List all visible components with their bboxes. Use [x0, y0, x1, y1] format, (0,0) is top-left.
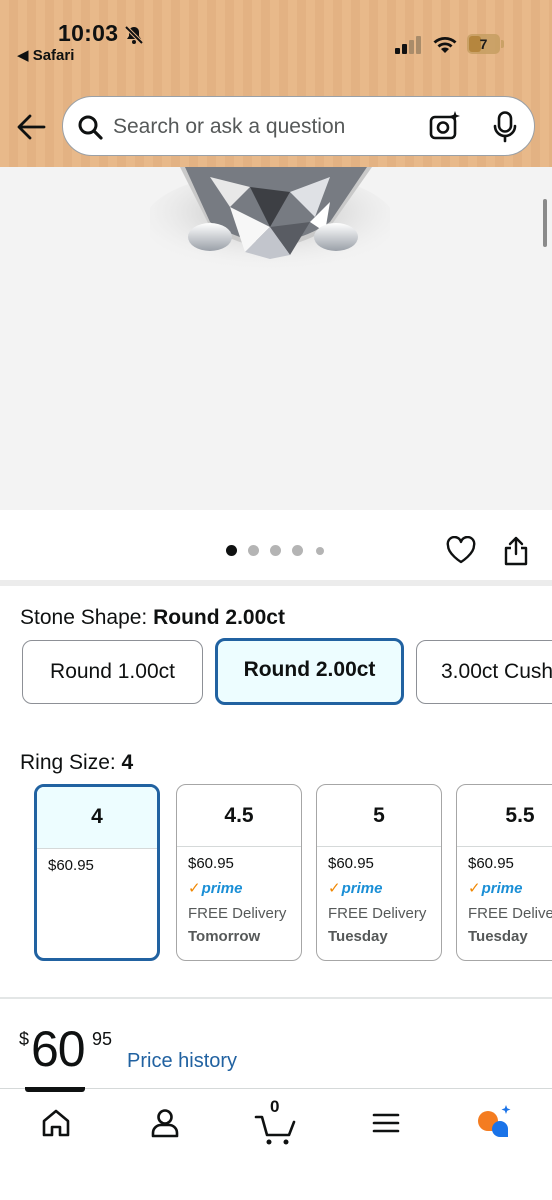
- search-input[interactable]: [113, 107, 413, 147]
- ring-size-card-5[interactable]: 5 $60.95 ✓prime FREE Delivery Tuesday: [316, 784, 442, 961]
- carousel-dot[interactable]: [226, 545, 237, 556]
- home-icon[interactable]: [36, 1103, 76, 1143]
- ring-size-value: 4.5: [177, 785, 301, 847]
- share-icon[interactable]: [504, 536, 528, 566]
- ring-size-title: Ring Size:: [20, 751, 122, 774]
- section-divider: [0, 997, 552, 999]
- delivery-day: Tuesday: [468, 928, 528, 945]
- stone-option-round-2ct[interactable]: Round 2.00ct: [215, 638, 404, 705]
- ring-size-card-4[interactable]: 4 $60.95: [34, 784, 160, 961]
- menu-icon[interactable]: [366, 1103, 406, 1143]
- cart-button[interactable]: 0: [254, 1097, 298, 1145]
- camera-search-icon[interactable]: [429, 111, 461, 141]
- prime-check-icon: ✓: [468, 880, 481, 897]
- price-currency-symbol: $: [19, 1029, 30, 1049]
- carousel-dot[interactable]: [315, 546, 324, 555]
- battery-indicator: 7: [467, 34, 505, 54]
- prime-badge: ✓prime: [188, 879, 242, 897]
- price-history-link[interactable]: Price history: [127, 1050, 237, 1073]
- product-image-diamond-ring: [150, 167, 390, 272]
- delivery-day: Tuesday: [328, 928, 388, 945]
- section-divider: [0, 580, 552, 586]
- delivery-text: FREE Delivery: [328, 905, 427, 922]
- cart-icon: [254, 1115, 296, 1145]
- stone-option-label: Round 1.00ct: [50, 660, 175, 683]
- gallery-controls: [0, 510, 552, 582]
- search-icon: [78, 115, 103, 140]
- carousel-dot[interactable]: [270, 545, 281, 556]
- ring-size-value: 5.5: [457, 785, 552, 847]
- cellular-signal-icon: [395, 36, 421, 54]
- ring-size-selected: 4: [121, 751, 134, 774]
- ring-size-value: 5: [317, 785, 441, 847]
- prime-text: prime: [201, 880, 243, 897]
- microphone-icon[interactable]: [493, 111, 517, 143]
- bottom-navigation: 0: [0, 1087, 552, 1200]
- prime-check-icon: ✓: [188, 880, 201, 897]
- ring-size-card-5-5[interactable]: 5.5 $60.95 ✓prime FREE Delivery Tuesday: [456, 784, 552, 961]
- ring-size-price: $60.95: [328, 855, 374, 872]
- product-image-carousel[interactable]: [0, 167, 552, 510]
- stone-shape-label: Stone Shape: Round 2.00ct: [20, 606, 285, 630]
- ring-size-value: 4: [37, 787, 157, 849]
- battery-level: 7: [479, 36, 488, 52]
- prime-check-icon: ✓: [328, 880, 341, 897]
- ring-size-card-4-5[interactable]: 4.5 $60.95 ✓prime FREE Delivery Tomorrow: [176, 784, 302, 961]
- bell-muted-icon: [124, 25, 144, 45]
- ring-size-label: Ring Size: 4: [20, 751, 133, 775]
- active-tab-indicator: [25, 1087, 85, 1092]
- wifi-icon: [433, 37, 457, 53]
- account-icon[interactable]: [145, 1103, 185, 1143]
- carousel-dot[interactable]: [292, 545, 303, 556]
- prime-badge: ✓prime: [468, 879, 522, 897]
- prime-badge: ✓prime: [328, 879, 382, 897]
- back-arrow-icon[interactable]: [16, 113, 46, 141]
- ring-size-price: $60.95: [188, 855, 234, 872]
- prime-text: prime: [481, 880, 523, 897]
- stone-option-round-1ct[interactable]: Round 1.00ct: [22, 640, 203, 704]
- prime-text: prime: [341, 880, 383, 897]
- carousel-dot[interactable]: [248, 545, 259, 556]
- status-time: 10:03: [58, 20, 119, 46]
- stone-shape-title: Stone Shape:: [20, 606, 154, 629]
- ring-size-price: $60.95: [48, 857, 94, 874]
- stone-option-label: Round 2.00ct: [243, 658, 376, 681]
- top-header: 10:03 ◀ Safari 7: [0, 0, 552, 167]
- back-to-safari[interactable]: ◀ Safari: [17, 46, 74, 64]
- price-fraction: 95: [92, 1029, 113, 1049]
- rufus-assistant-icon[interactable]: [474, 1103, 514, 1143]
- search-bar[interactable]: [62, 96, 535, 156]
- ring-size-price: $60.95: [468, 855, 514, 872]
- price-whole: 60: [31, 1021, 86, 1077]
- delivery-text: FREE Delivery: [188, 905, 287, 922]
- delivery-text: FREE Delivery: [468, 905, 552, 922]
- stone-shape-selected: Round 2.00ct: [153, 606, 285, 629]
- scroll-indicator: [543, 199, 547, 247]
- stone-option-cushion-3ct[interactable]: 3.00ct Cush: [416, 640, 552, 704]
- delivery-day: Tomorrow: [188, 928, 261, 945]
- heart-icon[interactable]: [446, 536, 476, 564]
- stone-option-label: 3.00ct Cush: [441, 660, 552, 683]
